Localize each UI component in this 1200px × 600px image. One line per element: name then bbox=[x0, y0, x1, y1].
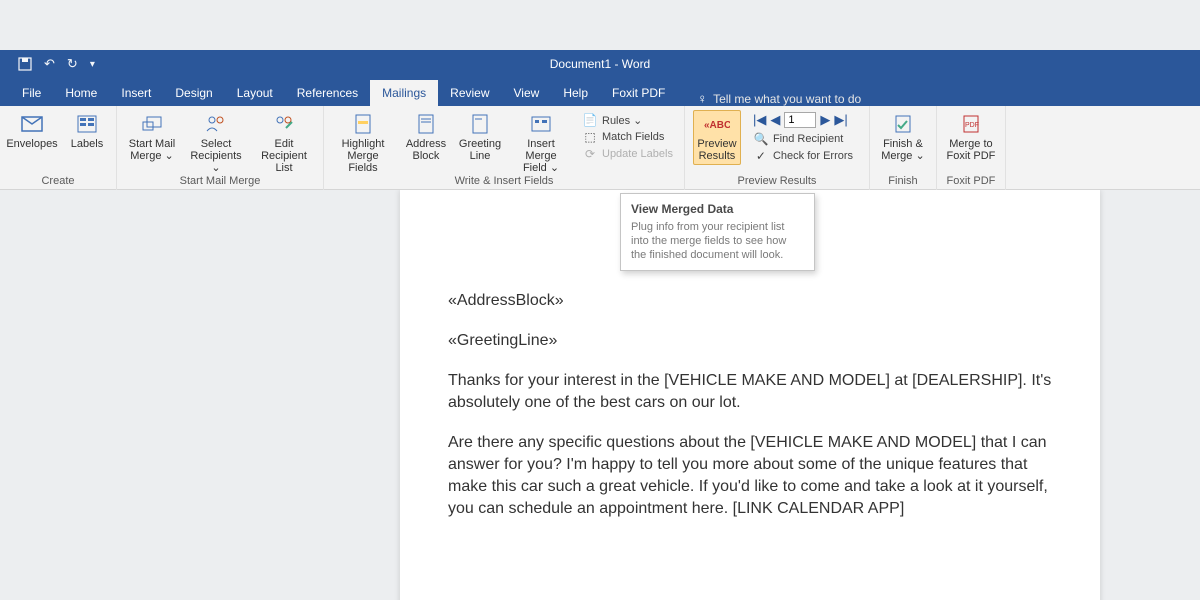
labels-button[interactable]: Labels bbox=[66, 110, 108, 150]
tab-mailings[interactable]: Mailings bbox=[370, 80, 438, 106]
preview-results-button[interactable]: «ABC» Preview Results bbox=[693, 110, 741, 165]
check-errors-button[interactable]: ✓Check for Errors bbox=[751, 148, 861, 164]
insert-merge-field-label: Insert Merge Field ⌄ bbox=[512, 138, 570, 174]
match-fields-button[interactable]: ⬚Match Fields bbox=[580, 129, 676, 145]
greeting-line-field[interactable]: «GreetingLine» bbox=[448, 330, 1052, 352]
group-create-label: Create bbox=[41, 175, 74, 190]
tooltip-body: Plug info from your recipient list into … bbox=[631, 220, 804, 262]
preview-results-icon: «ABC» bbox=[704, 112, 730, 136]
group-write-insert: Highlight Merge Fields Address Block Gre… bbox=[324, 106, 685, 190]
address-block-label: Address Block bbox=[406, 138, 446, 162]
address-block-button[interactable]: Address Block bbox=[404, 110, 448, 162]
select-recipients-icon bbox=[204, 112, 228, 136]
highlight-label: Highlight Merge Fields bbox=[332, 138, 394, 174]
envelopes-button[interactable]: Envelopes bbox=[8, 110, 56, 150]
start-mail-merge-button[interactable]: Start Mail Merge ⌄ bbox=[125, 110, 179, 162]
prev-record-icon[interactable]: ◀ bbox=[770, 112, 780, 128]
edit-recipient-list-button[interactable]: Edit Recipient List bbox=[253, 110, 315, 174]
preview-results-label: Preview Results bbox=[697, 138, 736, 162]
merge-to-foxit-button[interactable]: PDF Merge to Foxit PDF bbox=[945, 110, 997, 162]
greeting-line-label: Greeting Line bbox=[459, 138, 501, 162]
tab-references[interactable]: References bbox=[285, 80, 370, 106]
finish-merge-label: Finish & Merge ⌄ bbox=[881, 138, 924, 162]
insert-merge-field-icon bbox=[530, 112, 552, 136]
svg-text:PDF: PDF bbox=[965, 122, 979, 129]
tab-review[interactable]: Review bbox=[438, 80, 501, 106]
ribbon: Envelopes Labels Create Start Mail Merge… bbox=[0, 106, 1200, 190]
mail-merge-icon bbox=[141, 112, 163, 136]
record-number-input[interactable] bbox=[784, 112, 816, 128]
select-recipients-button[interactable]: Select Recipients ⌄ bbox=[189, 110, 243, 174]
paragraph-2[interactable]: Are there any specific questions about t… bbox=[448, 432, 1052, 520]
labels-label: Labels bbox=[71, 138, 103, 150]
next-record-icon[interactable]: ▶ bbox=[820, 112, 830, 128]
find-recipient-button[interactable]: 🔍Find Recipient bbox=[751, 131, 861, 147]
tell-me-search[interactable]: ♀ Tell me what you want to do bbox=[697, 91, 861, 106]
tab-layout[interactable]: Layout bbox=[225, 80, 285, 106]
last-record-icon[interactable]: ▶| bbox=[834, 112, 847, 128]
tab-design[interactable]: Design bbox=[163, 80, 224, 106]
tab-foxit[interactable]: Foxit PDF bbox=[600, 80, 677, 106]
svg-text:«ABC»: «ABC» bbox=[704, 120, 730, 131]
insert-merge-field-button[interactable]: Insert Merge Field ⌄ bbox=[512, 110, 570, 174]
update-labels-icon: ⟳ bbox=[583, 147, 597, 161]
select-recipients-label: Select Recipients ⌄ bbox=[189, 138, 243, 174]
tab-view[interactable]: View bbox=[502, 80, 552, 106]
tab-home[interactable]: Home bbox=[53, 80, 109, 106]
tooltip-title: View Merged Data bbox=[631, 202, 804, 216]
group-foxit-label: Foxit PDF bbox=[947, 175, 996, 190]
first-record-icon[interactable]: |◀ bbox=[753, 112, 766, 128]
rules-icon: 📄 bbox=[583, 113, 597, 127]
group-write-label: Write & Insert Fields bbox=[455, 175, 554, 190]
rules-button[interactable]: 📄Rules ⌄ bbox=[580, 112, 676, 128]
greeting-line-button[interactable]: Greeting Line bbox=[458, 110, 502, 162]
tab-help[interactable]: Help bbox=[551, 80, 600, 106]
ribbon-tabs: File Home Insert Design Layout Reference… bbox=[0, 78, 1200, 106]
tab-insert[interactable]: Insert bbox=[109, 80, 163, 106]
group-create: Envelopes Labels Create bbox=[0, 106, 117, 190]
group-preview-results: «ABC» Preview Results |◀ ◀ ▶ ▶| 🔍Find Re… bbox=[685, 106, 870, 190]
group-foxit: PDF Merge to Foxit PDF Foxit PDF bbox=[937, 106, 1006, 190]
labels-icon bbox=[76, 112, 98, 136]
address-block-icon bbox=[417, 112, 435, 136]
record-navigator: |◀ ◀ ▶ ▶| bbox=[751, 112, 861, 130]
title-bar: ↶ ↻ ▾ Document1 - Word bbox=[0, 50, 1200, 78]
find-icon: 🔍 bbox=[754, 132, 768, 146]
finish-merge-button[interactable]: Finish & Merge ⌄ bbox=[878, 110, 928, 162]
group-finish-label: Finish bbox=[888, 175, 917, 190]
start-mail-merge-label: Start Mail Merge ⌄ bbox=[129, 138, 175, 162]
finish-merge-icon bbox=[893, 112, 913, 136]
group-preview-label: Preview Results bbox=[738, 175, 817, 190]
merge-to-foxit-label: Merge to Foxit PDF bbox=[947, 138, 996, 162]
tell-me-placeholder: Tell me what you want to do bbox=[713, 92, 861, 106]
match-fields-icon: ⬚ bbox=[583, 130, 597, 144]
group-start-mail-merge: Start Mail Merge ⌄ Select Recipients ⌄ E… bbox=[117, 106, 324, 190]
window-title: Document1 - Word bbox=[0, 57, 1200, 71]
update-labels-button: ⟳Update Labels bbox=[580, 146, 676, 162]
highlight-merge-fields-button[interactable]: Highlight Merge Fields bbox=[332, 110, 394, 174]
edit-recipients-icon bbox=[272, 112, 296, 136]
tooltip-view-merged-data: View Merged Data Plug info from your rec… bbox=[620, 193, 815, 271]
check-errors-icon: ✓ bbox=[754, 149, 768, 163]
foxit-pdf-icon: PDF bbox=[961, 112, 981, 136]
greeting-line-icon bbox=[471, 112, 489, 136]
group-finish: Finish & Merge ⌄ Finish bbox=[870, 106, 937, 190]
group-start-label: Start Mail Merge bbox=[180, 175, 261, 190]
highlight-icon bbox=[354, 112, 372, 136]
address-block-field[interactable]: «AddressBlock» bbox=[448, 290, 1052, 312]
document-canvas[interactable]: «AddressBlock» «GreetingLine» Thanks for… bbox=[0, 190, 1200, 600]
paragraph-1[interactable]: Thanks for your interest in the [VEHICLE… bbox=[448, 370, 1052, 414]
lightbulb-icon: ♀ bbox=[697, 91, 707, 106]
envelope-icon bbox=[21, 112, 43, 136]
edit-recipients-label: Edit Recipient List bbox=[253, 138, 315, 174]
tab-file[interactable]: File bbox=[10, 80, 53, 106]
envelopes-label: Envelopes bbox=[6, 138, 57, 150]
